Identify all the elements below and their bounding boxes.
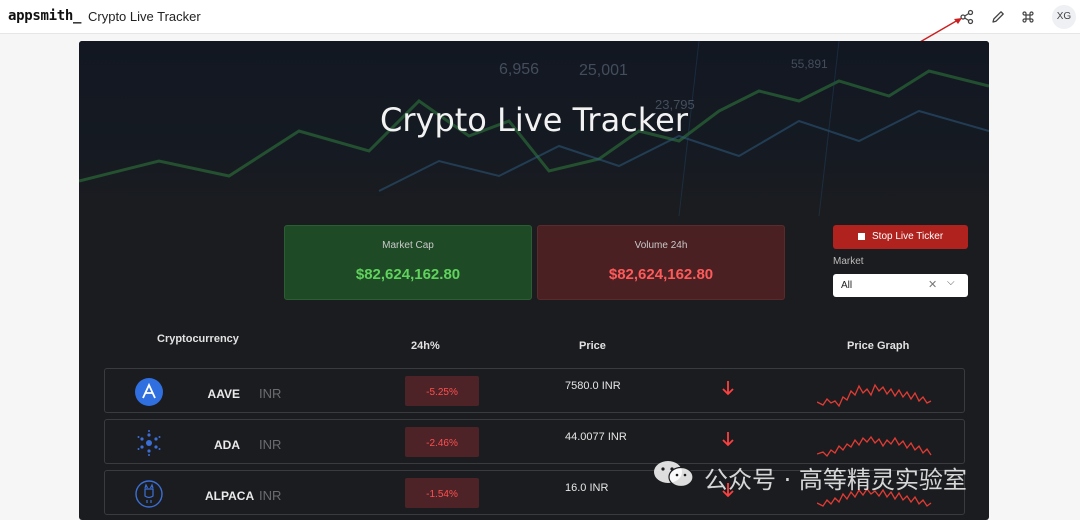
wechat-icon: [654, 461, 694, 488]
cardano-logo-icon: [137, 430, 161, 456]
table-row[interactable]: AAVE INR -5.25% 7580.0 INR: [104, 368, 965, 413]
change-badge: -2.46%: [405, 427, 479, 457]
bg-number: 6,956: [499, 61, 539, 78]
market-select-value: All: [841, 280, 853, 291]
clear-icon[interactable]: ✕: [928, 278, 937, 291]
change-badge: -5.25%: [405, 376, 479, 406]
coin-currency: INR: [259, 386, 282, 401]
arrow-down-icon: [722, 381, 734, 396]
bg-number: 25,001: [579, 62, 628, 79]
market-cap-value: $82,624,162.80: [355, 266, 461, 283]
column-header-price: Price: [579, 340, 606, 352]
price-sparkline: [817, 383, 932, 407]
app-title[interactable]: Crypto Live Tracker: [88, 9, 201, 24]
price-value: 16.0 INR: [565, 482, 609, 494]
arrow-down-icon: [722, 432, 734, 447]
coin-symbol: ALPACA: [205, 489, 255, 503]
price-value: 7580.0 INR: [565, 380, 621, 392]
column-header-crypto: Cryptocurrency: [157, 333, 239, 345]
bg-number: 55,891: [791, 57, 828, 71]
edit-icon[interactable]: [989, 8, 1007, 26]
hero-banner: 6,956 25,001 23,795 55,891 Crypto Live T…: [79, 41, 989, 216]
stop-icon: [858, 233, 865, 240]
market-cap-card: Market Cap $82,624,162.80: [284, 225, 532, 300]
stop-live-ticker-button[interactable]: Stop Live Ticker: [833, 225, 968, 249]
chevron-down-icon[interactable]: ⌵: [947, 277, 955, 288]
coin-symbol: AAVE: [207, 387, 240, 401]
coin-currency: INR: [259, 488, 282, 503]
coin-symbol: ADA: [214, 438, 240, 452]
app-canvas: 6,956 25,001 23,795 55,891 Crypto Live T…: [79, 41, 989, 520]
column-header-change: 24h%: [411, 340, 440, 352]
aave-logo-icon: [135, 378, 163, 406]
watermark: 公众号 · 高等精灵实验室: [652, 455, 989, 495]
market-cap-label: Market Cap: [382, 240, 434, 251]
price-value: 44.0077 INR: [565, 431, 627, 443]
annotation-arrow: [919, 18, 962, 43]
market-select[interactable]: All ✕ ⌵: [833, 274, 968, 297]
watermark-text: 公众号 · 高等精灵实验室: [704, 466, 967, 494]
command-icon[interactable]: [1019, 8, 1037, 26]
market-label: Market: [833, 256, 864, 267]
volume-value: $82,624,162.80: [608, 266, 714, 283]
appsmith-logo[interactable]: appsmith_: [8, 8, 81, 24]
price-sparkline: [817, 435, 932, 458]
alpaca-logo-icon: [135, 480, 163, 508]
page-title: Crypto Live Tracker: [380, 101, 688, 139]
coin-currency: INR: [259, 437, 282, 452]
volume-label: Volume 24h: [634, 240, 688, 251]
user-avatar[interactable]: XG: [1052, 5, 1076, 29]
change-badge: -1.54%: [405, 478, 479, 508]
column-header-graph: Price Graph: [847, 340, 910, 352]
volume-card: Volume 24h $82,624,162.80: [537, 225, 785, 300]
stop-button-label: Stop Live Ticker: [872, 231, 944, 242]
